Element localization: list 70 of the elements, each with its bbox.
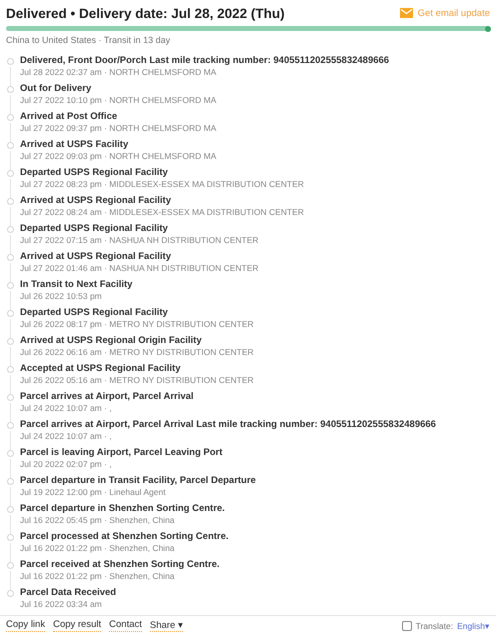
timeline-dot [7,226,14,233]
timeline-dot [7,142,14,149]
timeline-dot [7,478,14,485]
event-title: Delivered, Front Door/Porch Last mile tracking number: 9405511202555832489666 [20,55,390,67]
event-detail: Jul 19 2022 12:00 pm · Linehaul Agent [20,487,167,498]
event-title: Arrived at USPS Regional Facility [20,195,172,207]
event-detail: Jul 16 2022 05:45 pm · Shenzhen, China [20,515,176,526]
timeline-dot [7,282,14,289]
timeline-dot [7,506,14,513]
event-detail: Jul 16 2022 01:22 pm · Shenzhen, China [20,571,176,582]
timeline-dot [7,534,14,541]
envelope-icon [400,8,413,18]
timeline-dot [7,422,14,429]
timeline-dot [7,590,14,597]
timeline-dot [7,198,14,205]
event-detail: Jul 26 2022 08:17 pm · METRO NY DISTRIBUTION CENTER [20,319,254,330]
event-title: Arrived at USPS Regional Origin Facility [20,335,203,347]
event-detail: Jul 16 2022 03:34 am [20,599,103,610]
event-detail: Jul 27 2022 08:23 pm · MIDDLESEX-ESSEX MA DISTRIBUTION CENTER [20,179,304,190]
event-detail: Jul 27 2022 07:15 am · NASHUA NH DISTRIBUTION CENTER [20,235,259,246]
event-title: Departed USPS Regional Facility [20,223,169,235]
timeline-dot [7,86,14,93]
event-title: Parcel Data Received [20,587,116,599]
event-detail: Jul 16 2022 01:22 pm · Shenzhen, China [20,543,176,554]
footer-link[interactable]: Copy result [53,619,102,632]
event-title: Parcel arrives at Airport, Parcel Arrival Last mile tracking number: 9405511202555832489666 [20,419,436,431]
event-detail: Jul 27 2022 08:24 am · MIDDLESEX-ESSEX MA DISTRIBUTION CENTER [20,207,304,218]
footer-link[interactable]: Copy link [6,619,46,632]
event-detail: Jul 26 2022 05:16 am · METRO NY DISTRIBUTION CENTER [20,375,254,386]
language-dropdown[interactable]: English▾ [457,620,490,630]
event-title: Out for Delivery [20,83,92,95]
event-detail: Jul 26 2022 10:53 pm [20,291,103,302]
share-dropdown[interactable]: Share ▾ [150,619,183,632]
timeline-dot [7,450,14,457]
translate-checkbox[interactable] [402,620,412,630]
event-detail: Jul 27 2022 09:37 pm · NORTH CHELMSFORD MA [20,123,216,134]
event-detail: Jul 20 2022 02:07 pm · , [20,459,113,470]
event-title: Parcel is leaving Airport, Parcel Leaving Port [20,447,222,459]
delivery-status-title: Delivered • Delivery date: Jul 28, 2022 (Thu) [6,6,285,20]
event-title: Parcel processed at Shenzhen Sorting Centre. [20,531,229,543]
event-detail: Jul 27 2022 01:46 am · NASHUA NH DISTRIBUTION CENTER [20,263,259,274]
timeline-dot [7,394,14,401]
event-detail: Jul 27 2022 09:03 pm · NORTH CHELMSFORD MA [20,151,216,162]
event-title: Arrived at Post Office [20,111,118,123]
event-title: Parcel received at Shenzhen Sorting Centre. [20,559,220,571]
event-title: Departed USPS Regional Facility [20,167,169,179]
timeline-dot [7,366,14,373]
timeline-dot [7,562,14,569]
event-title: Departed USPS Regional Facility [20,307,169,319]
timeline-dot [7,170,14,177]
event-detail: Jul 24 2022 10:07 am · , [20,403,113,414]
event-title: Arrived at USPS Regional Facility [20,251,172,263]
event-detail: Jul 27 2022 10:10 pm · NORTH CHELMSFORD MA [20,95,216,106]
event-title: In Transit to Next Facility [20,279,132,291]
event-detail: Jul 28 2022 02:37 am · NORTH CHELMSFORD MA [20,67,218,78]
event-detail: Jul 24 2022 10:07 am · , [20,431,113,442]
event-title: Parcel departure in Shenzhen Sorting Centre. [20,503,225,515]
route-summary: China to United States · Transit in 13 day [6,35,172,45]
timeline-dot [7,310,14,317]
timeline-dot [7,114,14,121]
event-title: Parcel departure in Transit Facility, Parcel Departure [20,475,256,487]
timeline-dot [7,58,14,65]
timeline-dot [7,338,14,345]
translate-label: Translate: [416,620,454,630]
event-title: Parcel arrives at Airport, Parcel Arrival [20,391,194,403]
event-title: Accepted at USPS Regional Facility [20,363,182,375]
footer-link[interactable]: Contact [109,619,142,632]
event-title: Arrived at USPS Facility [20,139,130,151]
event-detail: Jul 26 2022 06:16 am · METRO NY DISTRIBUTION CENTER [20,347,254,358]
timeline-dot [7,254,14,261]
